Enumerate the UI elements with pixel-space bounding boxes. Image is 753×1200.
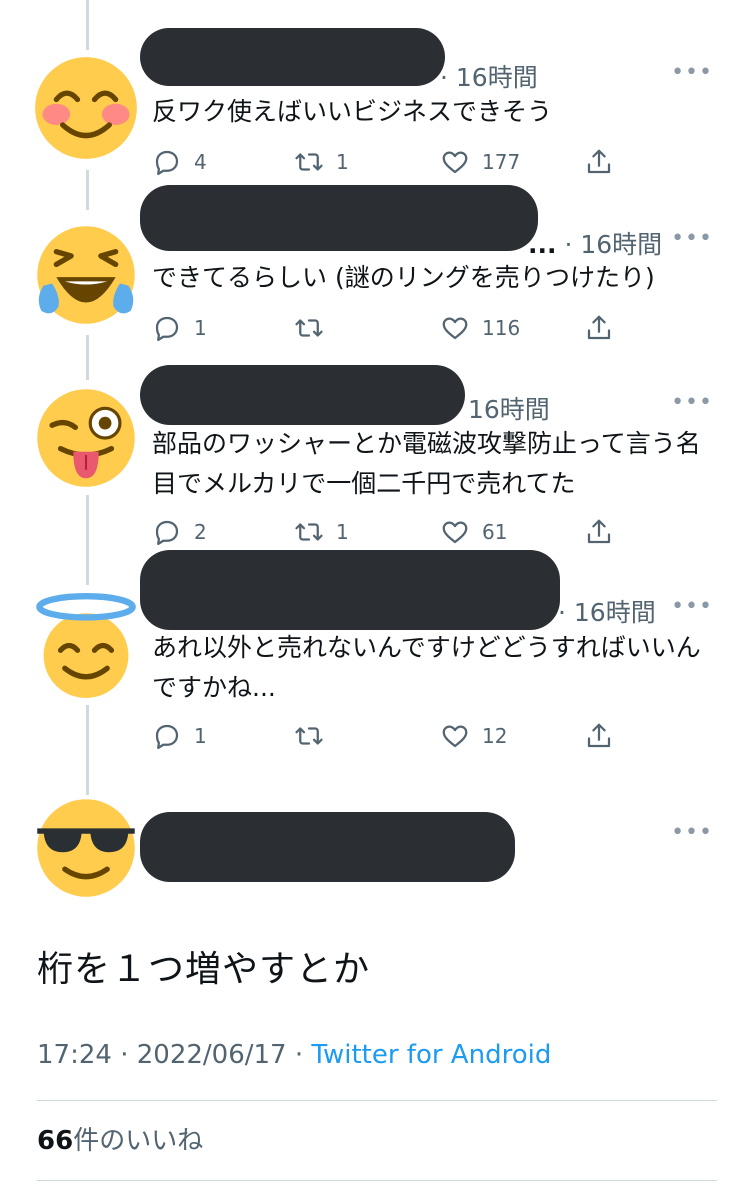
- like-button[interactable]: 12: [440, 716, 507, 756]
- halo-face-icon[interactable]: [33, 592, 139, 698]
- reply-button[interactable]: 1: [152, 716, 207, 756]
- separator: ·: [111, 1040, 137, 1070]
- reply-timestamp[interactable]: · 16時間: [558, 593, 656, 629]
- divider: [37, 1100, 717, 1101]
- tweet-date[interactable]: 2022/06/17: [137, 1040, 287, 1070]
- sunglasses-face-icon[interactable]: [33, 795, 139, 901]
- likes-count: 66: [37, 1126, 74, 1156]
- separator: ·: [558, 598, 574, 627]
- divider: [37, 1180, 717, 1181]
- retweet-icon: [295, 727, 323, 745]
- reply-text: あれ以外と売れないんですけどどうすればいいんですかね...: [152, 633, 701, 702]
- share-button[interactable]: [584, 716, 614, 756]
- main-tweet-text: 桁を１つ増やすとか: [37, 949, 371, 990]
- tweet-source-link[interactable]: Twitter for Android: [311, 1040, 551, 1070]
- like-icon: [442, 725, 468, 748]
- redacted-username[interactable]: [140, 812, 515, 882]
- likes-label: 件のいいね: [73, 1126, 204, 1156]
- tweet-time[interactable]: 17:24: [37, 1040, 112, 1070]
- action-bar: 1 12: [152, 716, 632, 756]
- separator: ·: [286, 1040, 312, 1070]
- reply-icon: [155, 724, 179, 749]
- likes-count-link[interactable]: 66件のいいね: [37, 1120, 203, 1157]
- more-icon[interactable]: •••: [671, 594, 713, 619]
- retweet-button[interactable]: [294, 716, 336, 756]
- more-icon[interactable]: •••: [671, 820, 713, 845]
- tweet-metadata: 17:24 · 2022/06/17 · Twitter for Android: [37, 1040, 551, 1070]
- share-icon: [587, 723, 611, 748]
- redacted-username[interactable]: [140, 550, 560, 630]
- reply-tweet[interactable]: · 16時間 ••• あれ以外と売れないんですけどどうすればいいんですかね...…: [0, 0, 753, 770]
